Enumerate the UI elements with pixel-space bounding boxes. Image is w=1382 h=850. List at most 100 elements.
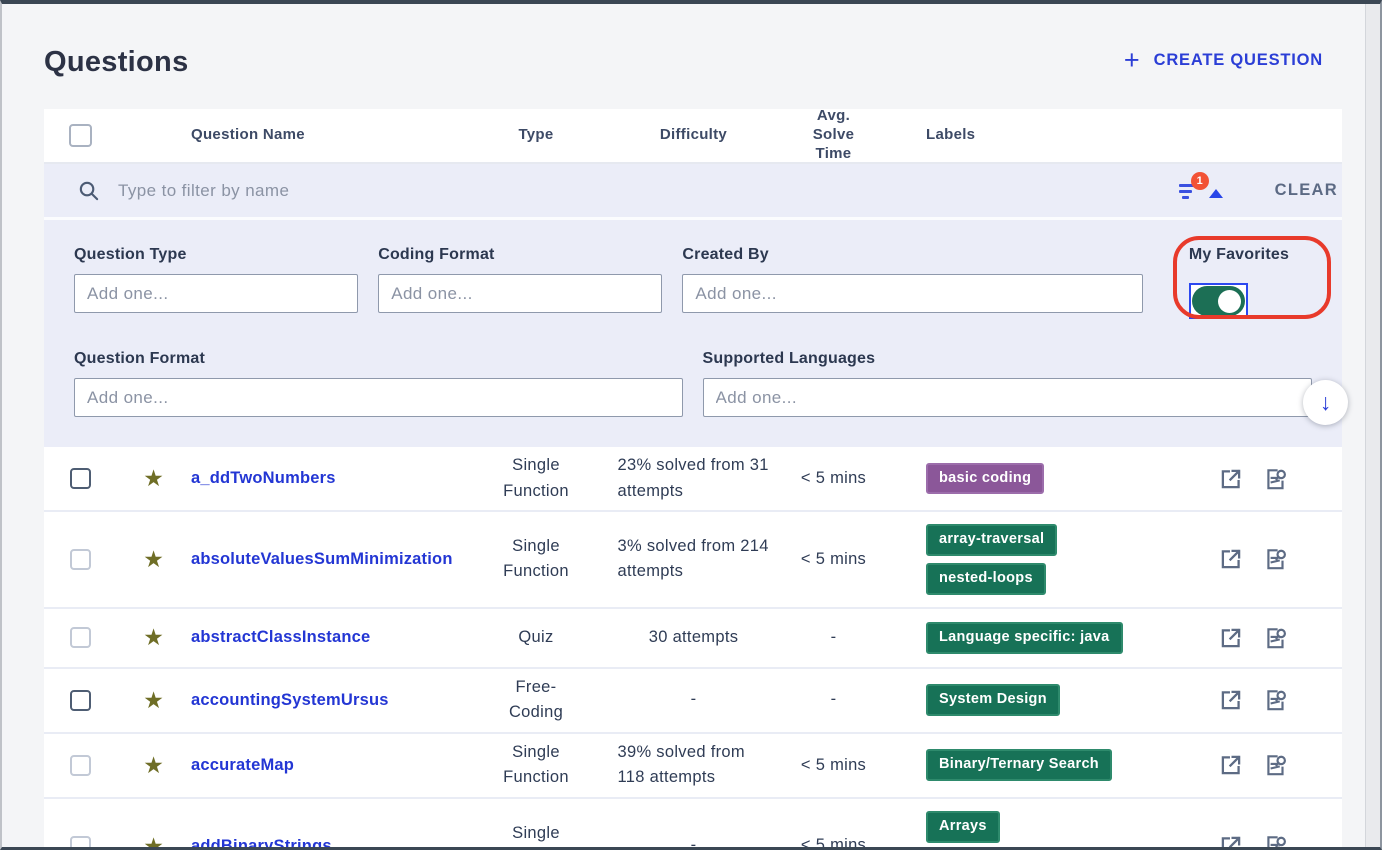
question-type-filter: Question Type [74,246,358,324]
avg-solve-time-cell: < 5 mins [801,547,866,573]
create-question-label: CREATE QUESTION [1154,51,1323,70]
open-in-new-tab-icon[interactable] [1218,466,1244,492]
my-favorites-label: My Favorites [1189,246,1312,264]
coding-format-filter: Coding Format [378,246,662,324]
question-name-link[interactable]: accountingSystemUrsus [191,691,389,709]
preview-question-icon[interactable] [1263,752,1289,778]
supported-languages-input[interactable] [703,378,1312,417]
open-in-new-tab-icon[interactable] [1218,625,1244,651]
preview-question-icon[interactable] [1263,833,1289,847]
favorite-star-icon[interactable]: ★ [143,626,164,649]
table-row: ★ addBinaryStrings Single Function - < 5… [44,799,1342,847]
filter-panel: Question Type Coding Format Created By [44,220,1342,447]
open-in-new-tab-icon[interactable] [1218,687,1244,713]
question-type-cell: Single Function [490,740,582,791]
scroll-down-button[interactable]: ↓ [1303,380,1348,425]
questions-table: Question Name Type Difficulty Avg. Solve… [44,109,1342,847]
label-badge: Binary/Ternary Search [926,749,1112,781]
row-checkbox[interactable] [70,468,91,489]
toggle-knob [1218,290,1241,313]
question-difficulty-cell: 3% solved from 214 attempts [618,534,770,585]
question-type-cell: Free-Coding [490,675,582,726]
table-row: ★ accountingSystemUrsus Free-Coding - - … [44,669,1342,734]
plus-icon: + [1124,50,1140,70]
coding-format-input[interactable] [378,274,662,313]
filter-panel-toggle-button[interactable]: 1 [1178,181,1223,201]
question-difficulty-cell: 39% solved from 118 attempts [618,740,770,791]
created-by-filter: Created By [682,246,1142,324]
column-header-type: Type [461,126,611,145]
avg-solve-time-cell: - [831,687,837,713]
favorite-star-icon[interactable]: ★ [143,689,164,712]
question-format-input[interactable] [74,378,683,417]
question-name-link[interactable]: abstractClassInstance [191,628,370,646]
favorite-star-icon[interactable]: ★ [143,467,164,490]
open-in-new-tab-icon[interactable] [1218,752,1244,778]
my-favorites-filter: My Favorites [1189,246,1312,324]
table-row: ★ a_ddTwoNumbers Single Function 23% sol… [44,447,1342,512]
open-in-new-tab-icon[interactable] [1218,546,1244,572]
question-type-cell: Quiz [518,625,553,651]
preview-question-icon[interactable] [1263,466,1289,492]
created-by-input[interactable] [682,274,1142,313]
supported-languages-label: Supported Languages [703,350,1312,368]
column-header-question-name: Question Name [191,126,461,145]
question-type-input[interactable] [74,274,358,313]
question-name-link[interactable]: absoluteValuesSumMinimization [191,550,453,568]
my-favorites-toggle-focus-ring [1189,283,1248,319]
question-name-link[interactable]: accurateMap [191,756,294,774]
avg-solve-time-cell: - [831,625,837,651]
column-header-avg-solve-time: Avg. Solve Time [808,107,860,163]
label-badge: Language specific: java [926,622,1123,654]
question-labels-cell: System Design [926,678,1201,722]
search-icon [77,179,100,202]
preview-question-icon[interactable] [1263,687,1289,713]
question-name-link[interactable]: addBinaryStrings [191,837,332,847]
open-in-new-tab-icon[interactable] [1218,833,1244,847]
preview-question-icon[interactable] [1263,546,1289,572]
favorite-star-icon[interactable]: ★ [143,754,164,777]
question-labels-cell: array-traversal nested-loops [926,518,1201,601]
collapse-filters-arrow-icon [1209,189,1223,198]
active-filter-count-badge: 1 [1191,172,1209,190]
question-difficulty-cell: - [691,833,697,847]
label-badge: array-traversal [926,524,1057,556]
avg-solve-time-cell: < 5 mins [801,833,866,847]
column-header-labels: Labels [891,126,1201,145]
filter-by-name-input[interactable] [118,181,1178,201]
question-difficulty-cell: - [691,687,697,713]
question-type-cell: Single Function [490,534,582,585]
my-favorites-toggle[interactable] [1192,286,1245,316]
question-labels-cell: Binary/Ternary Search [926,743,1201,787]
vertical-scrollbar[interactable] [1365,4,1380,847]
label-badge: System Design [926,684,1060,716]
app-window: Questions + CREATE QUESTION Question Nam… [0,0,1382,850]
row-checkbox[interactable] [70,627,91,648]
table-row: ★ abstractClassInstance Quiz 30 attempts… [44,609,1342,669]
question-type-cell: Single Function [490,453,582,504]
question-type-cell: Single Function [490,821,582,847]
preview-question-icon[interactable] [1263,625,1289,651]
label-badge: nested-loops [926,563,1046,595]
row-checkbox[interactable] [70,549,91,570]
question-type-label: Question Type [74,246,358,264]
question-name-link[interactable]: a_ddTwoNumbers [191,469,336,487]
row-checkbox[interactable] [70,836,91,847]
select-all-checkbox[interactable] [69,124,92,147]
favorite-star-icon[interactable]: ★ [143,835,164,847]
row-checkbox[interactable] [70,690,91,711]
table-header-row: Question Name Type Difficulty Avg. Solve… [44,109,1342,164]
filter-bar: 1 CLEAR [44,164,1342,220]
clear-filters-button[interactable]: CLEAR [1275,181,1338,200]
row-checkbox[interactable] [70,755,91,776]
question-format-filter: Question Format [74,350,683,417]
supported-languages-filter: Supported Languages [703,350,1312,417]
down-arrow-icon: ↓ [1320,389,1332,416]
question-difficulty-cell: 23% solved from 31 attempts [618,453,770,504]
questions-page: Questions + CREATE QUESTION Question Nam… [2,4,1365,847]
filter-icon: 1 [1178,181,1200,201]
create-question-button[interactable]: + CREATE QUESTION [1124,50,1323,70]
favorite-star-icon[interactable]: ★ [143,548,164,571]
column-header-difficulty: Difficulty [611,126,776,145]
question-labels-cell: Language specific: java [926,616,1201,660]
